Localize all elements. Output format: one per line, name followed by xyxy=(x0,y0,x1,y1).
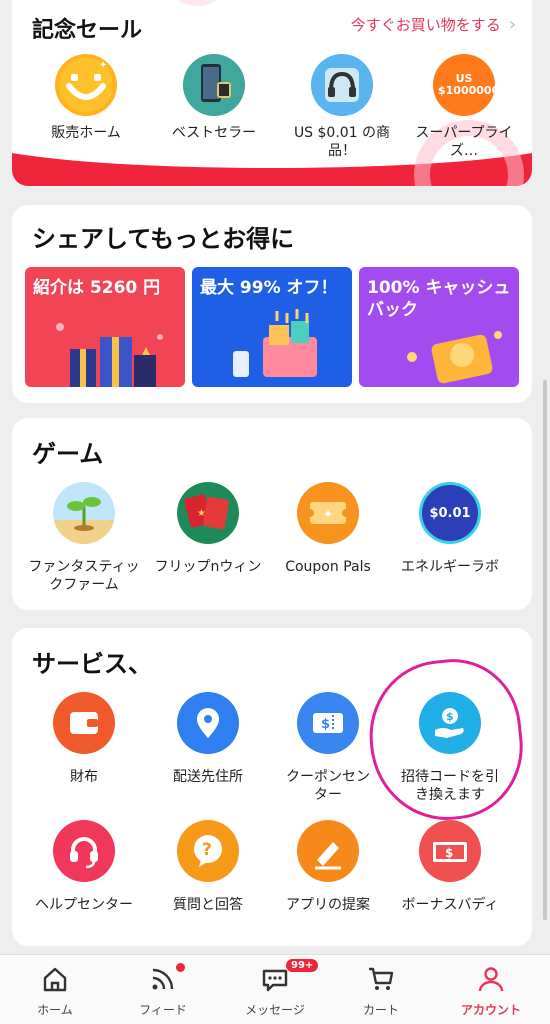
banknote-icon: $ xyxy=(419,820,481,882)
share-card: シェアしてもっとお得に 紹介は 5260 円 最大 99% オフ！ 100% キ… xyxy=(12,205,532,403)
promo-label: 最大 99% オフ！ xyxy=(200,278,338,298)
nav-label: アカウント xyxy=(460,1003,521,1017)
service-item-label: 質問と回答 xyxy=(173,897,243,913)
sale-item-bestseller[interactable]: ベストセラー xyxy=(162,54,266,142)
sale-item-label: US $0.01 の商品！ xyxy=(293,125,391,159)
svg-text:★: ★ xyxy=(197,508,206,519)
prize-coin-icon: US $1000000 xyxy=(433,54,495,116)
service-item-qa[interactable]: ? 質問と回答 xyxy=(148,820,268,914)
service-item-label: 財布 xyxy=(70,769,98,785)
sale-item-label: 販売ホーム xyxy=(51,125,121,141)
shop-now-link[interactable]: 今すぐお買い物をする › xyxy=(351,14,516,35)
promo-cashback[interactable]: 100% キャッシュバック xyxy=(359,267,519,387)
location-pin-icon xyxy=(177,692,239,754)
prize-coin-text: US $1000000 xyxy=(438,72,495,97)
promo-referral[interactable]: 紹介は 5260 円 xyxy=(25,267,185,387)
message-icon: 99+ xyxy=(220,959,330,995)
sprout-icon xyxy=(53,482,115,544)
game-item-flip-n-win[interactable]: ★ フリップnウィン xyxy=(148,482,268,576)
svg-text:?: ? xyxy=(202,840,212,860)
notification-dot xyxy=(176,963,185,972)
svg-text:$: $ xyxy=(321,717,330,732)
nav-label: メッセージ xyxy=(245,1003,305,1017)
coupon-icon: $ xyxy=(297,692,359,754)
phone-watch-icon xyxy=(183,54,245,116)
game-item-label: ファンタスティックファーム xyxy=(28,559,140,593)
nav-label: カート xyxy=(362,1003,399,1017)
ticket-icon: ✦ xyxy=(297,482,359,544)
game-item-fantastic-farm[interactable]: ファンタスティックファーム xyxy=(24,482,144,594)
nav-cart[interactable]: カート xyxy=(326,963,436,1018)
service-item-wallet[interactable]: 財布 xyxy=(24,692,144,786)
decoration-blob xyxy=(162,0,232,6)
nav-label: ホーム xyxy=(37,1003,73,1017)
gift-boxes-icon xyxy=(56,323,163,387)
service-title: サービス、 xyxy=(32,650,152,678)
game-item-energy-lab[interactable]: $0.01 エネルギーラボ xyxy=(390,482,510,576)
nav-home[interactable]: ホーム xyxy=(0,963,110,1018)
account-icon xyxy=(436,963,546,995)
service-item-label: アプリの提案 xyxy=(286,897,370,913)
share-title: シェアしてもっとお得に xyxy=(32,225,295,253)
shopping-cart-icon xyxy=(233,309,317,377)
service-item-label: 配送先住所 xyxy=(173,769,243,785)
sale-item-label: ベストセラー xyxy=(171,125,257,141)
game-item-coupon-pals[interactable]: ✦ Coupon Pals xyxy=(268,482,388,576)
svg-text:✦: ✦ xyxy=(323,507,333,521)
bottom-navigation: ホーム フィード 99+ メッセージ カート アカウント xyxy=(0,954,550,1024)
energy-coin-text: $0.01 xyxy=(429,505,471,521)
message-count-badge: 99+ xyxy=(286,959,319,972)
game-item-label: エネルギーラボ xyxy=(401,559,499,575)
cards-icon: ★ xyxy=(177,482,239,544)
coin-box-icon xyxy=(407,331,502,384)
service-item-label: ヘルプセンター xyxy=(35,897,133,913)
sale-item-label: スーパープライズ… xyxy=(415,125,513,159)
nav-account[interactable]: アカウント xyxy=(436,963,546,1018)
scrollbar[interactable] xyxy=(543,380,547,920)
game-card: ゲーム ファンタスティックファーム ★ フリップnウィン ✦ Coupon Pa… xyxy=(12,418,532,610)
sale-title: 記念セール xyxy=(32,18,143,43)
service-item-address[interactable]: 配送先住所 xyxy=(148,692,268,786)
energy-coin-icon: $0.01 xyxy=(419,482,481,544)
feed-icon xyxy=(108,963,218,995)
service-item-bonus-buddy[interactable]: $ ボーナスバディ xyxy=(390,820,510,914)
svg-text:$: $ xyxy=(445,846,453,860)
promo-label: 紹介は 5260 円 xyxy=(33,278,161,298)
home-icon xyxy=(0,963,110,995)
nav-messages[interactable]: 99+ メッセージ xyxy=(220,959,330,1018)
sale-item-penny-deals[interactable]: US $0.01 の商品！ xyxy=(290,54,394,160)
service-item-help-center[interactable]: ヘルプセンター xyxy=(24,820,144,914)
chevron-right-icon: › xyxy=(508,14,516,35)
service-item-label: ボーナスバディ xyxy=(401,897,499,913)
service-item-app-suggestion[interactable]: アプリの提案 xyxy=(268,820,388,914)
service-item-label: クーポンセンター xyxy=(286,769,370,803)
promo-discount[interactable]: 最大 99% オフ！ xyxy=(192,267,352,387)
game-item-label: Coupon Pals xyxy=(285,559,371,575)
anniversary-sale-card: 記念セール 今すぐお買い物をする › ✦ 販売ホーム ベストセラー US $0.… xyxy=(12,0,532,186)
pencil-icon xyxy=(297,820,359,882)
promo-label: 100% キャッシュバック xyxy=(367,278,511,320)
sale-item-super-prize[interactable]: US $1000000 スーパープライズ… xyxy=(412,54,516,160)
headset-icon xyxy=(53,820,115,882)
question-bubble-icon: ? xyxy=(177,820,239,882)
game-title: ゲーム xyxy=(32,440,104,468)
nav-feed[interactable]: フィード xyxy=(108,963,218,1018)
cart-icon xyxy=(326,963,436,995)
headphones-icon xyxy=(311,54,373,116)
nav-label: フィード xyxy=(139,1003,187,1017)
shop-now-label: 今すぐお買い物をする xyxy=(350,16,501,34)
sale-item-home[interactable]: ✦ 販売ホーム xyxy=(34,54,138,142)
wallet-icon xyxy=(53,692,115,754)
smiley-icon: ✦ xyxy=(55,54,117,116)
game-item-label: フリップnウィン xyxy=(154,559,262,575)
svg-text:✦: ✦ xyxy=(99,60,107,71)
